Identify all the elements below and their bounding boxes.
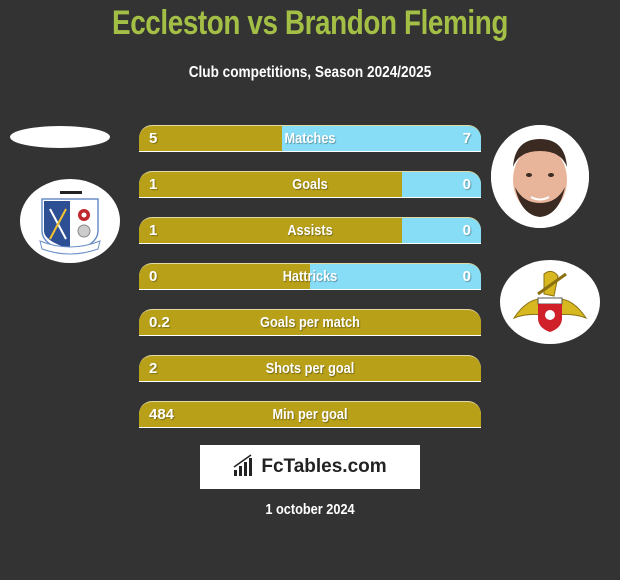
fctables-brand-link[interactable]: FcTables.com [200, 445, 420, 489]
bar-chart-icon [233, 453, 255, 481]
left-value: 1 [149, 222, 158, 239]
page-title: Eccleston vs Brandon Fleming [112, 4, 508, 42]
stat-label: Min per goal [272, 406, 348, 423]
footer-date: 1 october 2024 [265, 501, 355, 518]
left-value: 2 [149, 360, 158, 377]
stat-row-assists: 1 Assists 0 [139, 217, 481, 243]
right-value: 7 [462, 130, 471, 147]
stat-row-shots-per-goal: 2 Shots per goal [139, 355, 481, 381]
stat-row-min-per-goal: 484 Min per goal [139, 401, 481, 427]
stat-label: Goals per match [260, 314, 360, 331]
left-value: 5 [149, 130, 158, 147]
right-value: 0 [462, 268, 471, 285]
doncaster-rovers-crest-icon [500, 260, 600, 344]
left-player-photo-placeholder [10, 126, 110, 148]
right-value: 0 [462, 222, 471, 239]
left-value: 0 [149, 268, 158, 285]
stat-label: Shots per goal [265, 360, 355, 377]
player-photo [491, 125, 589, 228]
right-value: 0 [462, 176, 471, 193]
stat-row-matches: 5 Matches 7 [139, 125, 481, 151]
stat-row-hattricks: 0 Hattricks 0 [139, 263, 481, 289]
barrow-afc-crest-icon [20, 179, 120, 263]
left-value: 1 [149, 176, 158, 193]
stat-row-goals: 1 Goals 0 [139, 171, 481, 197]
stat-label: Matches [284, 130, 336, 147]
stat-row-goals-per-match: 0.2 Goals per match [139, 309, 481, 335]
page-subtitle: Club competitions, Season 2024/2025 [188, 64, 432, 81]
stat-label: Hattricks [282, 268, 338, 285]
stat-label: Assists [287, 222, 333, 239]
brand-text: FcTables.com [261, 456, 387, 477]
stat-label: Goals [292, 176, 328, 193]
